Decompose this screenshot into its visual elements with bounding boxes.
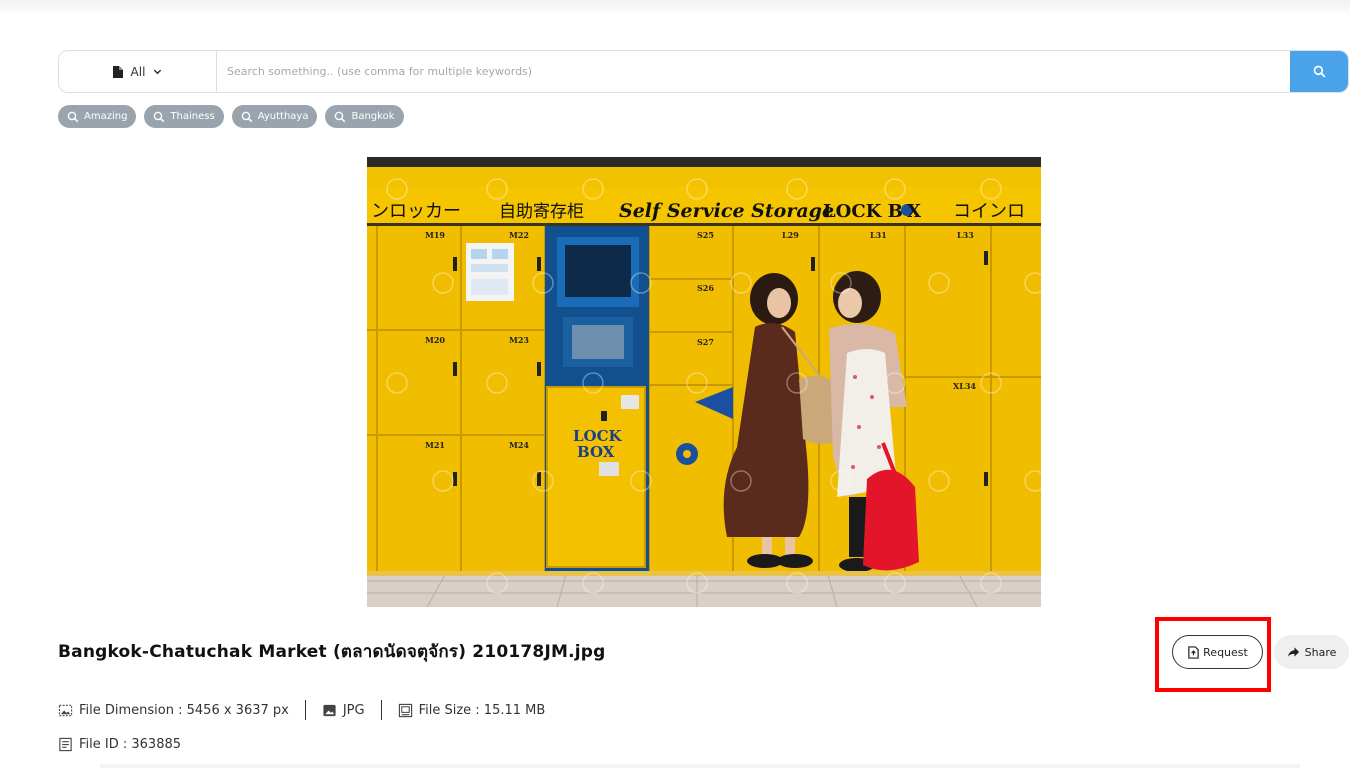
file-meta: File Dimension : 5456 x 3637 px JPG File… [58,700,545,720]
share-button-label: Share [1304,645,1337,659]
tag-chip-thainess[interactable]: Thainess [144,105,224,128]
type-dropdown[interactable]: All [59,51,217,92]
dimension-icon [58,704,73,716]
tag-chip-amazing[interactable]: Amazing [58,105,137,128]
file-dimension-text: File Dimension : 5456 x 3637 px [79,702,289,718]
file-size: File Size : 15.11 MB [398,702,546,718]
tag-chip-bangkok[interactable]: Bangkok [325,105,404,128]
share-button[interactable]: Share [1274,635,1349,669]
file-title: Bangkok-Chatuchak Market (ตลาดนัดจตุจักร… [58,642,606,662]
photo-illustration: ンロッカー 自助寄存柜 Self Service Storage LOCK B … [367,157,1041,607]
locker-label: L33 [957,230,974,240]
locker-label: L29 [782,230,799,240]
locker-label: M19 [425,230,445,240]
locker-label: S26 [697,283,714,293]
search-input[interactable] [217,51,1290,92]
tag-label: Thainess [170,111,215,122]
sign-brand-suffix: X [907,201,921,222]
tag-label: Bangkok [351,111,395,122]
file-dimension: File Dimension : 5456 x 3637 px [58,703,289,718]
locker-label: M21 [425,440,445,450]
locker-label: M24 [509,440,529,450]
search-button[interactable] [1290,51,1348,92]
locker-label: L31 [870,230,887,240]
search-icon [154,111,165,122]
bottom-divider [100,764,1300,768]
file-format: JPG [322,703,365,718]
locker-label: M23 [509,335,529,345]
sign-brand: LOCK B [823,201,903,222]
sign-jp-left: ンロッカー [371,201,461,222]
photo-preview[interactable]: ンロッカー 自助寄存柜 Self Service Storage LOCK B … [367,157,1041,607]
locker-label: M20 [425,335,445,345]
locker-label: S25 [697,230,714,240]
sign-jp-mid: 自助寄存柜 [499,202,584,222]
share-arrow-icon [1287,647,1299,657]
file-size-icon [398,703,412,717]
request-button[interactable]: Request [1172,635,1263,669]
file-size-text: File Size : 15.11 MB [418,702,546,718]
sign-en: Self Service Storage [619,200,834,222]
request-button-label: Request [1203,645,1248,659]
sign-jp-right: コインロ [953,201,1025,222]
type-dropdown-label: All [130,64,146,79]
tag-chip-ayutthaya[interactable]: Ayutthaya [231,105,318,128]
file-icon [112,65,123,78]
file-id-text: File ID : 363885 [79,737,182,752]
tag-list: Amazing Thainess Ayutthaya Bangkok [58,105,404,128]
search-icon [67,111,79,122]
top-bar [0,0,1350,12]
search-icon [335,111,346,122]
file-format-text: JPG [342,702,365,718]
kiosk-logo-line2: BOX [577,443,615,461]
file-id-icon [59,737,72,752]
locker-label: S27 [697,337,714,347]
meta-divider [380,700,382,720]
tag-label: Amazing [84,111,128,122]
meta-divider [304,700,306,720]
request-file-icon [1188,645,1199,659]
tag-label: Ayutthaya [257,111,309,122]
locker-label: M22 [509,230,529,240]
file-id: File ID : 363885 [58,737,181,752]
search-icon [241,111,252,122]
image-icon [323,704,336,716]
search-icon [1313,65,1326,78]
search-bar: All [58,50,1349,93]
chevron-down-icon [154,69,162,75]
locker-label: XL34 [953,381,976,391]
